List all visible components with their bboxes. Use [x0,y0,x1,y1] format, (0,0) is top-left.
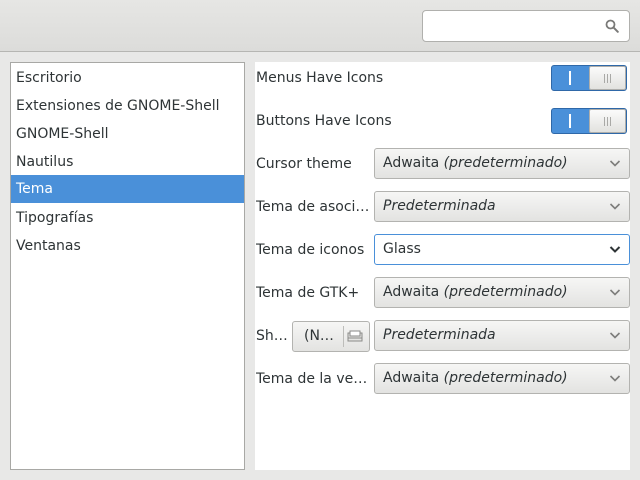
shell-theme-combo[interactable]: Predeterminada [374,320,630,351]
sound-theme-combo[interactable]: Predeterminada [374,191,630,222]
switch-on-mark [569,71,571,85]
icon-theme-label: Tema de iconos [256,242,365,258]
sidebar-item-gnome-shell[interactable]: GNOME-Shell [11,120,244,148]
switch-on-mark [569,114,571,128]
chevron-down-icon [609,160,621,167]
chevron-down-icon [609,289,621,296]
cursor-theme-label: Cursor theme [256,156,352,172]
sidebar-item-nautilus[interactable]: Nautilus [11,148,244,176]
chevron-down-icon [609,246,621,253]
menus-icons-switch[interactable] [551,65,627,91]
sidebar-item-extensiones[interactable]: Extensiones de GNOME-Shell [11,92,244,120]
switch-knob[interactable] [589,66,626,90]
shell-theme-file-button[interactable]: (N… [292,321,370,352]
combo-value: Adwaita (predeterminado) [383,370,568,386]
window-theme-label: Tema de la ve… [256,371,368,387]
switch-knob[interactable] [589,109,626,133]
gtk-theme-label: Tema de GTK+ [256,285,360,301]
window-theme-combo[interactable]: Adwaita (predeterminado) [374,363,630,394]
sound-theme-label: Tema de asoci… [256,199,368,215]
chevron-down-icon [609,375,621,382]
combo-value: Predeterminada [383,198,496,214]
buttons-icons-label: Buttons Have Icons [256,113,392,129]
combo-value: Predeterminada [383,327,496,343]
sidebar-item-tipografias[interactable]: Tipografías [11,204,244,232]
gtk-theme-combo[interactable]: Adwaita (predeterminado) [374,277,630,308]
sidebar: Escritorio Extensiones de GNOME-Shell GN… [10,62,245,470]
search-input[interactable] [431,17,601,35]
cursor-theme-combo[interactable]: Adwaita (predeterminado) [374,148,630,179]
file-button-separator [343,326,344,347]
menus-icons-label: Menus Have Icons [256,70,384,86]
sidebar-item-escritorio[interactable]: Escritorio [11,64,244,92]
search-entry[interactable] [422,10,630,42]
combo-value: Adwaita (predeterminado) [383,155,568,171]
sidebar-item-tema[interactable]: Tema [11,175,244,203]
search-icon [605,19,619,33]
combo-value: Glass [383,241,421,257]
combo-value: Adwaita (predeterminado) [383,284,568,300]
shell-theme-label: Sh… [256,328,288,344]
icon-theme-combo[interactable]: Glass [374,234,630,265]
chevron-down-icon [609,203,621,210]
sidebar-item-ventanas[interactable]: Ventanas [11,232,244,260]
folder-icon [347,330,363,342]
buttons-icons-switch[interactable] [551,108,627,134]
file-button-label: (N… [304,328,334,344]
header-bar [0,0,640,52]
chevron-down-icon [609,332,621,339]
